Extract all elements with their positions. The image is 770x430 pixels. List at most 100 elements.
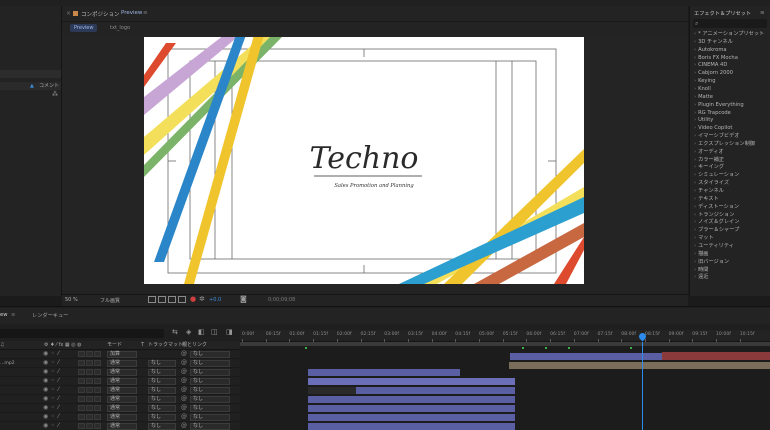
eye-icon[interactable]: ◉ xyxy=(43,413,48,421)
breadcrumb-item-preview[interactable]: Preview xyxy=(70,24,98,32)
layer-bar[interactable] xyxy=(662,352,770,360)
lock-icon[interactable]: ◦ xyxy=(51,404,55,412)
effects-category-item[interactable]: › 旧バージョン xyxy=(694,258,768,266)
column-mode-label[interactable]: モード xyxy=(107,341,122,350)
layer-switch-box[interactable] xyxy=(94,369,101,375)
layer-bar[interactable] xyxy=(308,423,515,430)
eye-icon[interactable]: ◉ xyxy=(43,404,48,412)
effects-category-item[interactable]: › ディストーション xyxy=(694,203,768,211)
expand-arrow-icon[interactable]: › xyxy=(694,117,696,123)
expand-arrow-icon[interactable]: › xyxy=(694,102,696,108)
parent-dropdown[interactable]: なし xyxy=(190,405,230,412)
parent-dropdown[interactable]: なし xyxy=(190,360,230,367)
layer-row[interactable]: ◉ ◦ ⁄ 通常 なし @ なし xyxy=(0,377,240,386)
layer-switch-box[interactable] xyxy=(94,423,101,429)
parent-dropdown[interactable]: なし xyxy=(190,369,230,376)
eye-icon[interactable]: ◉ xyxy=(43,395,48,403)
effects-category-item[interactable]: › カラー補正 xyxy=(694,156,768,164)
layer-switch-box[interactable] xyxy=(86,351,93,357)
expand-arrow-icon[interactable]: › xyxy=(694,110,696,116)
lock-icon[interactable]: ◦ xyxy=(51,386,55,394)
expand-arrow-icon[interactable]: › xyxy=(694,125,696,131)
tab-timeline-name[interactable]: ew xyxy=(0,312,7,318)
pen-icon[interactable]: ⁄ xyxy=(58,350,59,358)
sort-icon[interactable]: ▲ xyxy=(30,82,34,90)
effects-category-item[interactable]: › イマーシブビデオ xyxy=(694,132,768,140)
parent-dropdown[interactable]: なし xyxy=(190,423,230,430)
pickwhip-icon[interactable]: @ xyxy=(181,368,187,376)
effects-category-item[interactable]: › Utility xyxy=(694,116,768,124)
layer-row[interactable]: ◉ ◦ ⁄ 通常 なし @ なし xyxy=(0,413,240,422)
timeline-search-input[interactable] xyxy=(0,329,164,338)
layer-row[interactable]: ◉ ◦ ⁄ 通常 なし @ なし xyxy=(0,368,240,377)
menu-icon[interactable]: ≡ xyxy=(11,312,15,318)
pickwhip-icon[interactable]: @ xyxy=(181,359,187,367)
lock-icon[interactable]: ◦ xyxy=(51,395,55,403)
exposure-value[interactable]: +0.0 xyxy=(209,297,221,303)
frame-blending-icon[interactable]: ◫ xyxy=(211,328,218,336)
effects-category-item[interactable]: › Autokroma xyxy=(694,46,768,54)
graph-editor-icon[interactable]: ◨ xyxy=(226,328,233,336)
track-matte-dropdown[interactable]: なし xyxy=(148,405,176,412)
expand-arrow-icon[interactable]: › xyxy=(694,212,696,218)
eye-icon[interactable]: ◉ xyxy=(43,377,48,385)
blend-mode-dropdown[interactable]: 通常 xyxy=(107,369,137,376)
layer-switch-box[interactable] xyxy=(94,396,101,402)
expand-arrow-icon[interactable]: › xyxy=(694,227,696,233)
blend-mode-dropdown[interactable]: 通常 xyxy=(107,396,137,403)
tab-composition-name[interactable]: Preview xyxy=(121,10,142,16)
resolution-dropdown[interactable]: フル画質 xyxy=(100,297,120,304)
effects-category-item[interactable]: › ノイズ＆グレイン xyxy=(694,218,768,226)
layer-bar[interactable] xyxy=(308,405,515,412)
layer-switch-box[interactable] xyxy=(86,360,93,366)
pickwhip-icon[interactable]: @ xyxy=(181,377,187,385)
expand-arrow-icon[interactable]: › xyxy=(694,86,696,92)
lock-icon[interactable]: ◦ xyxy=(51,413,55,421)
pickwhip-icon[interactable]: @ xyxy=(181,350,187,358)
lock-icon[interactable]: ◦ xyxy=(51,368,55,376)
effects-category-item[interactable]: › * アニメーションプリセット xyxy=(694,30,768,38)
pen-icon[interactable]: ⁄ xyxy=(58,404,59,412)
blend-mode-dropdown[interactable]: 通常 xyxy=(107,405,137,412)
draft-3d-icon[interactable]: ◈ xyxy=(186,328,191,336)
blend-mode-dropdown[interactable]: 通常 xyxy=(107,387,137,394)
expand-arrow-icon[interactable]: › xyxy=(694,47,696,53)
expand-arrow-icon[interactable]: › xyxy=(694,39,696,45)
eye-icon[interactable]: ◉ xyxy=(43,386,48,394)
expand-arrow-icon[interactable]: › xyxy=(694,188,696,194)
track-matte-dropdown[interactable]: なし xyxy=(148,414,176,421)
timeline-tracks[interactable] xyxy=(240,342,770,430)
layer-row[interactable]: ◉ ◦ ⁄ 加算 @ なし xyxy=(0,350,240,359)
effects-category-item[interactable]: › スタイライズ xyxy=(694,179,768,187)
track-matte-dropdown[interactable]: なし xyxy=(148,396,176,403)
effects-category-item[interactable]: › チャンネル xyxy=(694,187,768,195)
column-parent-label[interactable]: 親とリンク xyxy=(182,341,207,350)
effects-category-item[interactable]: › テキスト xyxy=(694,195,768,203)
keyframe-marker[interactable] xyxy=(568,347,570,349)
effects-category-item[interactable]: › ユーティリティ xyxy=(694,242,768,250)
track-matte-dropdown[interactable]: なし xyxy=(148,423,176,430)
expand-arrow-icon[interactable]: › xyxy=(694,219,696,225)
playhead-line[interactable] xyxy=(642,342,643,430)
keyframe-marker[interactable] xyxy=(305,347,307,349)
pickwhip-icon[interactable]: @ xyxy=(181,413,187,421)
expand-arrow-icon[interactable]: › xyxy=(694,94,696,100)
composition-mini-flowchart-icon[interactable]: ⇆ xyxy=(172,328,178,336)
layer-switch-box[interactable] xyxy=(78,369,85,375)
layer-bar[interactable] xyxy=(308,369,460,376)
parent-dropdown[interactable]: なし xyxy=(190,396,230,403)
layer-bar[interactable] xyxy=(509,362,770,369)
layer-row[interactable]: ◉ ◦ ⁄ 通常 なし @ なし xyxy=(0,395,240,404)
expand-arrow-icon[interactable]: › xyxy=(694,70,696,76)
color-icon[interactable]: ● xyxy=(190,295,196,303)
layer-bar[interactable] xyxy=(308,387,356,394)
column-trackmatte-label[interactable]: トラックマット xyxy=(148,341,183,350)
pen-icon[interactable]: ⁄ xyxy=(58,368,59,376)
expand-arrow-icon[interactable]: › xyxy=(694,149,696,155)
pen-icon[interactable]: ⁄ xyxy=(58,377,59,385)
pickwhip-icon[interactable]: @ xyxy=(181,422,187,430)
expand-arrow-icon[interactable]: › xyxy=(694,62,696,68)
blend-mode-dropdown[interactable]: 通常 xyxy=(107,414,137,421)
layer-switch-box[interactable] xyxy=(86,378,93,384)
layer-switch-box[interactable] xyxy=(78,351,85,357)
